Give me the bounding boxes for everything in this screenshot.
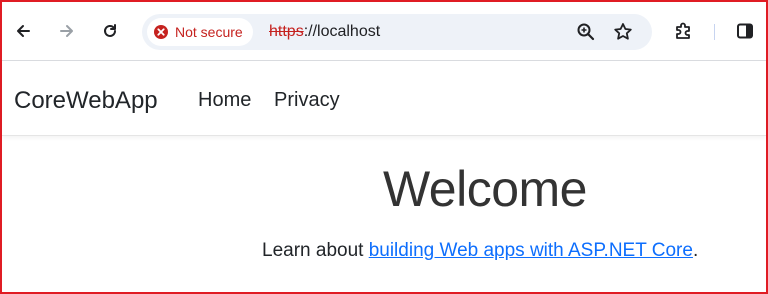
aspnet-docs-link[interactable]: building Web apps with ASP.NET Core [369,240,693,261]
forward-button[interactable] [52,16,82,46]
brand-link[interactable]: CoreWebApp [14,87,158,115]
page-title: Welcome [383,161,587,217]
url-scheme: https [269,23,304,40]
learn-suffix: . [692,240,699,261]
site-navbar: CoreWebApp Home Privacy [2,61,766,136]
nav-privacy-link[interactable]: Privacy [274,89,340,112]
bookmark-button[interactable] [612,21,634,43]
side-panel-icon [737,23,753,39]
zoom-icon [577,23,595,41]
side-panel-button[interactable] [730,16,760,46]
browser-toolbar: Not secure https://localhost [2,2,766,61]
extensions-button[interactable] [669,16,699,46]
nav-home-link[interactable]: Home [198,89,251,112]
reload-button[interactable] [95,16,125,46]
extensions-icon [676,22,690,39]
bookmark-star-icon [614,23,632,40]
toolbar-divider [714,24,715,40]
forward-arrow-icon [60,25,73,37]
url-text[interactable]: https://localhost [269,14,380,50]
learn-prefix: Learn about [262,240,369,261]
zoom-button[interactable] [575,21,597,43]
back-arrow-icon [17,25,30,37]
url-host: ://localhost [303,23,381,40]
reload-icon [104,24,116,37]
not-secure-icon [153,24,169,40]
back-button[interactable] [8,16,38,46]
learn-text: Learn about building Web apps with ASP.N… [262,240,698,262]
not-secure-label: Not secure [175,24,243,40]
address-bar[interactable]: Not secure https://localhost [142,14,652,50]
site-security-chip[interactable]: Not secure [147,18,253,46]
